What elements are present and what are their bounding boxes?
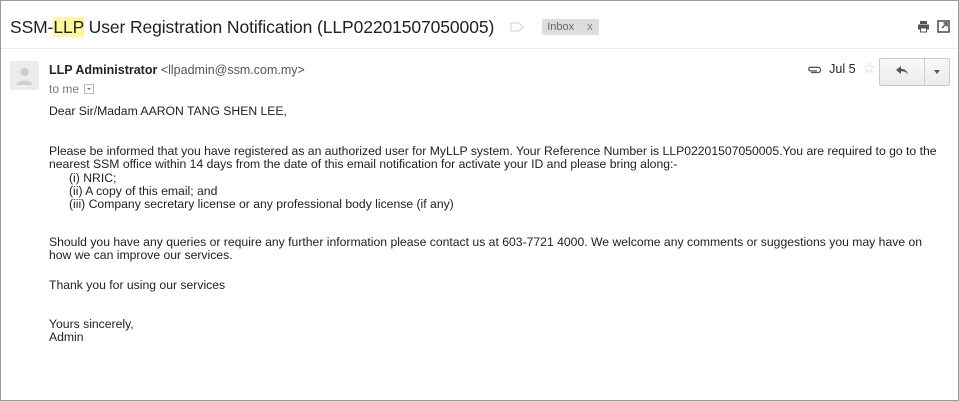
to-text: to me bbox=[49, 82, 80, 96]
recipient-line: to me bbox=[49, 82, 95, 96]
email-subject: SSM-LLP User Registration Notification (… bbox=[10, 16, 495, 38]
message-body: Dear Sir/Madam AARON TANG SHEN LEE, Plea… bbox=[49, 104, 939, 345]
body-paragraph-2: Should you have any queries or require a… bbox=[49, 235, 923, 263]
header-divider bbox=[1, 48, 958, 49]
label-outline-icon[interactable] bbox=[510, 22, 524, 32]
closing-line: Yours sincerely, bbox=[49, 316, 134, 331]
subject-highlight: LLP bbox=[53, 16, 84, 37]
subject-row: SSM-LLP User Registration Notification (… bbox=[10, 14, 599, 40]
inbox-label-chip[interactable]: Inbox x bbox=[542, 19, 599, 35]
show-details-dropdown[interactable] bbox=[84, 84, 95, 94]
reply-arrow-icon bbox=[895, 63, 909, 81]
thanks-line: Thank you for using our services bbox=[49, 277, 226, 292]
paperclip-icon bbox=[807, 64, 822, 74]
email-view: SSM-LLP User Registration Notification (… bbox=[0, 0, 959, 401]
subject-prefix: SSM- bbox=[10, 16, 54, 37]
more-options-button[interactable] bbox=[925, 59, 949, 85]
star-icon[interactable]: ☆ bbox=[863, 61, 876, 76]
list-item: (i) NRIC; bbox=[69, 170, 117, 185]
sender-name[interactable]: LLP Administrator bbox=[49, 63, 157, 77]
default-avatar-icon bbox=[10, 61, 39, 90]
top-actions bbox=[917, 20, 950, 33]
print-icon[interactable] bbox=[917, 20, 930, 33]
reply-button[interactable] bbox=[880, 59, 925, 85]
greeting: Dear Sir/Madam AARON TANG SHEN LEE, bbox=[49, 104, 287, 118]
body-paragraph-1: Please be informed that you have registe… bbox=[49, 144, 937, 172]
inbox-label-text: Inbox bbox=[547, 21, 575, 33]
message-meta: Jul 5 ☆ bbox=[807, 61, 876, 76]
remove-label-button[interactable]: x bbox=[587, 21, 593, 33]
sender: LLP Administrator <llpadmin@ssm.com.my> bbox=[49, 63, 305, 77]
chevron-down-icon bbox=[934, 70, 940, 74]
signature: Admin bbox=[49, 330, 84, 345]
message-date: Jul 5 bbox=[829, 61, 856, 76]
reply-button-group bbox=[879, 58, 950, 86]
new-window-icon[interactable] bbox=[937, 20, 950, 33]
list-item: (iii) Company secretary license or any p… bbox=[69, 197, 454, 212]
subject-rest: User Registration Notification (LLP02201… bbox=[83, 16, 495, 37]
sender-email: <llpadmin@ssm.com.my> bbox=[160, 63, 305, 77]
